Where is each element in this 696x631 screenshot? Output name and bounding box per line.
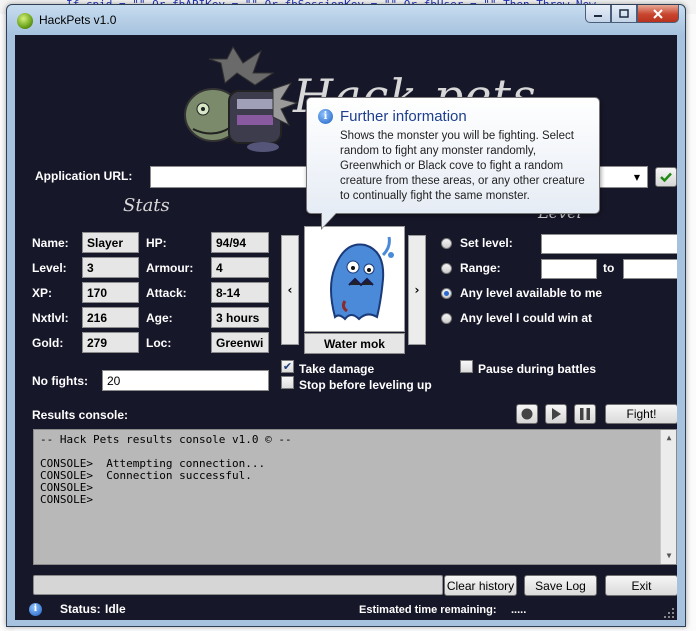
radio-range-label: Range:	[460, 261, 501, 275]
info-icon: i	[318, 109, 333, 124]
close-icon	[653, 8, 663, 19]
close-button[interactable]	[637, 5, 679, 23]
pause-icon	[580, 408, 590, 420]
tooltip-tail-fill	[322, 213, 336, 228]
next-monster-button[interactable]: ›	[408, 235, 426, 345]
time-remaining-value: .....	[511, 604, 527, 616]
minimize-button[interactable]	[585, 5, 611, 23]
stat-label-loc: Loc:	[146, 336, 172, 350]
stat-value-nxtlvl: 216	[82, 307, 139, 328]
stop-leveling-label: Stop before leveling up	[299, 378, 432, 392]
resize-grip-icon[interactable]	[663, 607, 675, 619]
monster-sprite-icon	[330, 236, 394, 321]
play-button[interactable]	[545, 404, 567, 424]
radio-set-level-label: Set level:	[460, 236, 513, 250]
stat-value-xp: 170	[82, 282, 139, 303]
radio-win-level-label: Any level I could win at	[460, 311, 593, 325]
stat-value-gold: 279	[82, 332, 139, 353]
save-log-button[interactable]: Save Log	[524, 575, 597, 596]
progress-bar	[33, 575, 443, 595]
go-button[interactable]	[655, 167, 677, 187]
radio-any-level[interactable]	[441, 288, 452, 299]
stat-value-armour: 4	[211, 257, 269, 278]
logo-monster-icon	[184, 45, 299, 152]
status-label: Status:	[60, 602, 101, 616]
stat-label-hp: HP:	[146, 236, 167, 250]
app-icon	[17, 13, 33, 29]
pause-button[interactable]	[574, 404, 596, 424]
scroll-down-icon[interactable]: ▼	[661, 548, 677, 564]
console-text: -- Hack Pets results console v1.0 © -- C…	[40, 433, 292, 506]
stat-value-age: 3 hours	[211, 307, 269, 328]
chevron-down-icon[interactable]: ▼	[629, 168, 645, 186]
maximize-icon	[619, 9, 629, 18]
scroll-up-icon[interactable]: ▲	[661, 430, 677, 446]
range-from-input[interactable]	[541, 259, 597, 279]
caption-buttons	[585, 5, 679, 23]
record-button[interactable]	[516, 404, 538, 424]
stat-label-level: Level:	[32, 261, 67, 275]
stop-leveling-checkbox[interactable]	[281, 376, 294, 389]
radio-range[interactable]	[441, 263, 452, 274]
tooltip-title: Further information	[340, 108, 467, 125]
pause-battles-checkbox[interactable]	[460, 360, 473, 373]
take-damage-checkbox[interactable]: ✔	[281, 360, 294, 373]
radio-set-level[interactable]	[441, 238, 452, 249]
record-icon	[521, 408, 533, 420]
previous-monster-button[interactable]: ‹	[281, 235, 299, 345]
stat-value-name: Slayer	[82, 232, 139, 253]
exit-button[interactable]: Exit	[605, 575, 677, 596]
monster-name[interactable]: Water mok	[304, 333, 405, 354]
stats-title: Stats	[123, 195, 170, 216]
play-icon	[552, 408, 561, 420]
stat-value-attack: 8-14	[211, 282, 269, 303]
console-scrollbar[interactable]: ▲ ▼	[660, 430, 676, 564]
pause-battles-label: Pause during battles	[478, 362, 597, 376]
title-bar[interactable]: HackPets v1.0	[7, 5, 685, 35]
radio-any-level-label: Any level available to me	[460, 286, 603, 300]
stat-label-xp: XP:	[32, 286, 53, 300]
stat-label-armour: Armour:	[146, 261, 194, 275]
stat-label-gold: Gold:	[32, 336, 64, 350]
info-icon: i	[29, 603, 42, 616]
no-fights-label: No fights:	[32, 374, 88, 388]
results-console-label: Results console:	[32, 408, 129, 422]
range-to-input[interactable]	[623, 259, 677, 279]
monster-image	[304, 226, 405, 332]
status-value: Idle	[105, 602, 126, 616]
stat-value-loc: Greenwi	[211, 332, 269, 353]
chevron-right-icon: ›	[414, 283, 420, 297]
stat-label-name: Name:	[32, 236, 69, 250]
no-fights-input[interactable]: 20	[102, 370, 269, 391]
minimize-icon	[594, 14, 602, 17]
stat-value-level: 3	[82, 257, 139, 278]
set-level-input[interactable]	[541, 234, 677, 254]
results-console[interactable]: -- Hack Pets results console v1.0 © -- C…	[33, 429, 677, 565]
take-damage-label: Take damage	[299, 362, 375, 376]
radio-win-level[interactable]	[441, 313, 452, 324]
app-url-label: Application URL:	[35, 169, 133, 183]
stat-label-nxtlvl: Nxtlvl:	[32, 311, 69, 325]
tooltip-body: Shows the monster you will be fighting. …	[340, 130, 585, 202]
chevron-left-icon: ‹	[287, 283, 293, 297]
clear-history-button[interactable]: Clear history	[444, 575, 517, 596]
stat-label-age: Age:	[146, 311, 173, 325]
stat-value-hp: 94/94	[211, 232, 269, 253]
stat-label-attack: Attack:	[146, 286, 187, 300]
further-info-tooltip: i Further information Shows the monster …	[306, 97, 600, 230]
fight-button[interactable]: Fight!	[605, 404, 677, 424]
range-to-label: to	[603, 261, 615, 275]
checkmark-icon	[660, 172, 672, 182]
time-remaining-label: Estimated time remaining:	[359, 604, 497, 616]
window-title: HackPets v1.0	[39, 13, 117, 27]
maximize-button[interactable]	[611, 5, 637, 23]
